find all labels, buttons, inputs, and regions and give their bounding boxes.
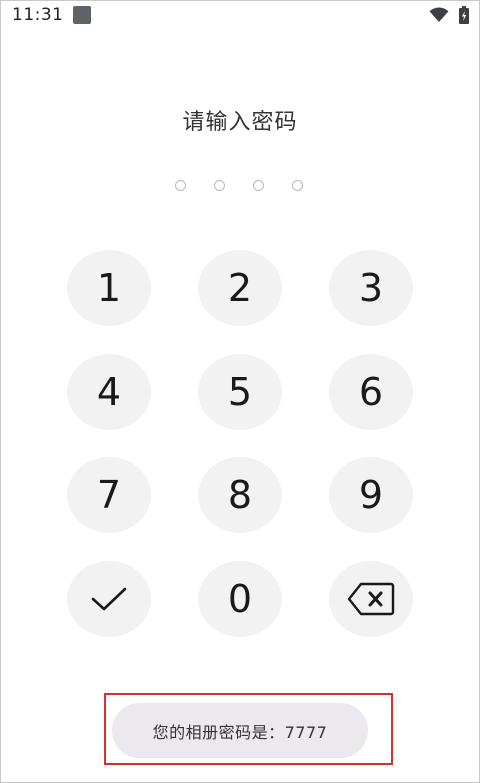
key-5[interactable]: 5: [198, 354, 282, 430]
status-time: 11:31: [12, 5, 64, 25]
key-8[interactable]: 8: [198, 457, 282, 533]
key-4[interactable]: 4: [67, 354, 151, 430]
pin-indicator: [173, 180, 308, 194]
key-1[interactable]: 1: [67, 250, 151, 326]
pin-dot: [253, 180, 264, 191]
key-3[interactable]: 3: [329, 250, 413, 326]
key-9[interactable]: 9: [329, 457, 413, 533]
status-bar: 11:31: [0, 0, 480, 30]
wifi-icon: [429, 7, 449, 23]
password-toast: 您的相册密码是：7777: [112, 703, 368, 758]
checkmark-icon: [91, 587, 127, 611]
key-2[interactable]: 2: [198, 250, 282, 326]
page-title: 请输入密码: [182, 110, 298, 135]
battery-charging-icon: [459, 6, 469, 24]
key-6[interactable]: 6: [329, 354, 413, 430]
pin-dot: [292, 180, 303, 191]
pin-dot: [214, 180, 225, 191]
backspace-icon: [347, 582, 395, 616]
notification-icon: [73, 6, 91, 24]
backspace-button[interactable]: [329, 561, 413, 637]
confirm-button[interactable]: [67, 561, 151, 637]
key-0[interactable]: 0: [198, 561, 282, 637]
key-7[interactable]: 7: [67, 457, 151, 533]
pin-dot: [175, 180, 186, 191]
